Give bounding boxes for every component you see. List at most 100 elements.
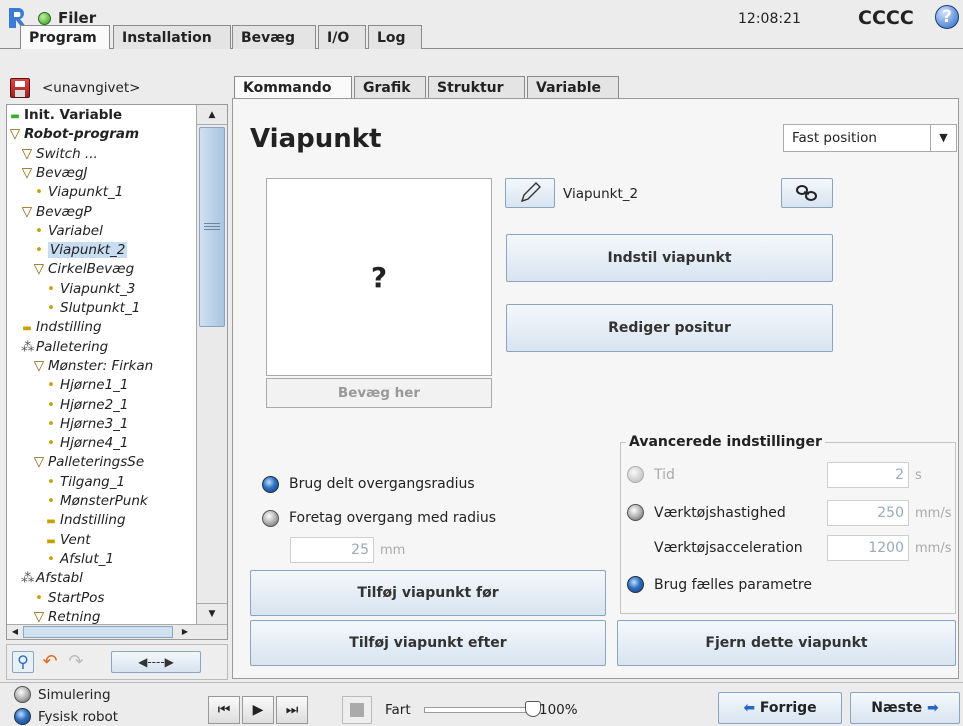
waypoint-name: Viapunkt_2 xyxy=(563,186,639,202)
tree-node-label: Indstilling xyxy=(60,512,126,529)
tree-node[interactable]: ▽ BevægP xyxy=(21,203,92,222)
tree-node[interactable]: • Tilgang_1 xyxy=(45,473,125,492)
waypoint-dot-icon: • xyxy=(47,435,55,452)
position-type-value: Fast position xyxy=(792,130,877,146)
tree-node-label: Variabel xyxy=(48,222,103,239)
tree-node[interactable]: ▽ Retning xyxy=(33,608,101,625)
skip-back-button[interactable]: ⏮ xyxy=(208,696,240,724)
program-tree[interactable]: ▬ Init. Variable ▽ Robot-program ▽ Switch ...… xyxy=(6,104,228,640)
tree-node[interactable]: ⁂ Palletering xyxy=(21,338,108,357)
tool-speed-label: Værktøjshastighed xyxy=(654,505,786,521)
set-waypoint-button[interactable]: Indstil viapunkt xyxy=(506,234,833,282)
position-type-select[interactable]: Fast position ▼ xyxy=(783,124,957,152)
scroll-up-arrow[interactable]: ▲ xyxy=(197,105,227,125)
tree-node[interactable]: ▽ Robot-program xyxy=(9,125,139,144)
tree-node[interactable]: • Hjørne1_1 xyxy=(45,376,129,395)
scroll-left-arrow[interactable]: ◀ xyxy=(7,625,23,639)
tab-move[interactable]: Bevæg xyxy=(232,25,316,49)
tab-installation[interactable]: Installation xyxy=(113,25,231,49)
robot-name: CCCC xyxy=(858,7,914,29)
tree-node[interactable]: • Hjørne4_1 xyxy=(45,434,129,453)
link-icon xyxy=(796,185,817,201)
tree-node[interactable]: • MønsterPunk xyxy=(45,492,148,511)
help-icon[interactable]: ? xyxy=(935,5,959,29)
simulation-radio[interactable] xyxy=(14,686,31,703)
stop-button[interactable] xyxy=(342,696,372,724)
rename-button[interactable] xyxy=(505,178,555,208)
tree-node[interactable]: • StartPos xyxy=(33,589,104,608)
scroll-down-arrow[interactable]: ▼ xyxy=(197,603,227,623)
edit-pose-button[interactable]: Rediger positur xyxy=(506,304,833,352)
previous-button[interactable]: ⬅ Forrige xyxy=(718,692,842,724)
tree-node[interactable]: • Hjørne2_1 xyxy=(45,396,129,415)
tree-node[interactable]: • Afslut_1 xyxy=(45,550,114,569)
tab-graphics[interactable]: Grafik xyxy=(354,76,426,98)
search-icon[interactable]: ⚲ xyxy=(12,651,34,673)
tab-program[interactable]: Program xyxy=(20,25,110,49)
blend-shared-radio[interactable] xyxy=(262,476,279,493)
next-button[interactable]: Næste ➡ xyxy=(850,692,960,724)
tool-speed-input[interactable]: 250 xyxy=(827,500,909,526)
blend-radius-unit: mm xyxy=(380,543,406,558)
tree-node-label: Tilgang_1 xyxy=(60,473,126,490)
tree-vertical-scrollbar[interactable]: ▲ ▼ xyxy=(196,105,227,624)
tree-node[interactable]: ▽ BevægJ xyxy=(21,164,88,183)
tree-node[interactable]: • Hjørne3_1 xyxy=(45,415,129,434)
move-node-icon[interactable]: ◀----▶ xyxy=(111,651,201,673)
time-input[interactable]: 2 xyxy=(827,462,909,488)
tree-node[interactable]: • Variabel xyxy=(33,222,103,241)
tree-node[interactable]: ▬ Indstilling xyxy=(21,318,101,337)
add-after-button[interactable]: Tilføj viapunkt efter xyxy=(250,620,606,666)
tree-node[interactable]: ▬ Indstilling xyxy=(45,511,126,530)
tree-node[interactable]: ▽ CirkelBevæg xyxy=(33,260,134,279)
waypoint-dot-icon: • xyxy=(35,242,43,259)
move-here-button[interactable]: Bevæg her xyxy=(266,378,492,408)
real-robot-label: Fysisk robot xyxy=(38,709,119,725)
shared-params-radio[interactable] xyxy=(627,576,644,593)
tool-speed-radio[interactable] xyxy=(627,504,644,521)
step-button[interactable]: ⏭ xyxy=(276,696,308,724)
tab-structure[interactable]: Struktur xyxy=(428,76,525,98)
shared-params-label: Brug fælles parametre xyxy=(654,577,812,593)
tree-node[interactable]: ▬ Init. Variable xyxy=(9,106,122,125)
tree-node[interactable]: ⁂ Afstabl xyxy=(21,569,83,588)
blend-radius-radio[interactable] xyxy=(262,510,279,527)
tool-acc-input[interactable]: 1200 xyxy=(827,535,909,561)
scroll-right-arrow[interactable]: ▶ xyxy=(177,625,193,639)
speed-label: Fart xyxy=(385,702,411,718)
undo-icon[interactable]: ↶ xyxy=(39,651,61,673)
time-radio[interactable] xyxy=(627,466,644,483)
tree-node[interactable]: ▽ Switch ... xyxy=(21,145,98,164)
hscroll-thumb[interactable] xyxy=(23,626,173,638)
tab-io[interactable]: I/O xyxy=(318,25,366,49)
tab-variables[interactable]: Variable xyxy=(527,76,619,98)
tree-horizontal-scrollbar[interactable]: ◀ ▶ xyxy=(7,624,227,639)
tree-node[interactable]: • Viapunkt_1 xyxy=(33,183,123,202)
add-before-button[interactable]: Tilføj viapunkt før xyxy=(250,570,606,616)
blend-radius-input[interactable]: 25 xyxy=(290,537,374,563)
file-save-icon[interactable] xyxy=(10,78,30,98)
step-icon: ⏭ xyxy=(285,702,299,718)
tree-node-label: Viapunkt_2 xyxy=(48,242,128,259)
speed-slider[interactable] xyxy=(424,701,541,717)
tree-node[interactable]: ▬ Vent xyxy=(45,531,90,550)
tree-node[interactable]: • Viapunkt_2 xyxy=(33,241,128,260)
tree-node[interactable]: • Viapunkt_3 xyxy=(45,280,135,299)
play-button[interactable]: ▶ xyxy=(242,696,274,724)
link-button[interactable] xyxy=(781,178,833,208)
remove-waypoint-button[interactable]: Fjern dette viapunkt xyxy=(617,620,956,666)
stop-icon xyxy=(350,703,364,717)
tree-node-label: Init. Variable xyxy=(24,107,123,123)
redo-icon[interactable]: ↷ xyxy=(65,651,87,673)
tree-node[interactable]: • Slutpunkt_1 xyxy=(45,299,140,318)
tab-command[interactable]: Kommando xyxy=(234,76,352,98)
chevron-down-icon[interactable]: ▼ xyxy=(930,125,956,151)
tree-node[interactable]: ▽ PalleteringsSe xyxy=(33,453,144,472)
tree-node[interactable]: ▽ Mønster: Firkan xyxy=(33,357,153,376)
preview-placeholder: ? xyxy=(370,261,388,294)
real-robot-radio[interactable] xyxy=(14,708,31,725)
scroll-thumb[interactable] xyxy=(199,127,225,327)
tree-node-label: Slutpunkt_1 xyxy=(60,300,141,316)
previous-label: Forrige xyxy=(759,700,817,716)
tab-log[interactable]: Log xyxy=(368,25,422,49)
